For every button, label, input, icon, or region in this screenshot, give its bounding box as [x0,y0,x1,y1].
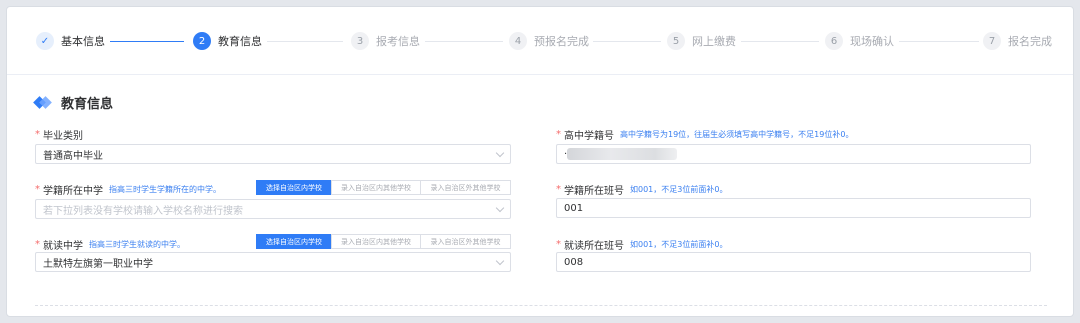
step-basic-info[interactable]: ✓ 基本信息 [36,31,105,51]
cur-class-input[interactable]: 008 [556,252,1031,272]
step-label: 现场确认 [850,35,894,48]
step-label: 教育信息 [218,35,262,48]
step-label: 报名完成 [1008,35,1052,48]
diamond-icon [33,95,53,110]
cur-school-select[interactable]: 土默特左旗第一职业中学 [35,252,511,272]
cur-school-label: * 就读中学 指高三时学生就读的中学。 [35,237,185,252]
step-label: 预报名完成 [534,35,589,48]
label-text: 就读所在班号 [564,241,624,252]
required-mark: * [35,239,40,250]
label-text: 学籍所在班号 [564,186,624,197]
step-number: 6 [825,32,843,50]
divider [35,305,1047,306]
input-value: 001 [564,202,584,214]
step-exam-info: 3 报考信息 [351,31,420,51]
step-prereg-done: 4 预报名完成 [509,31,589,51]
hs-reg-no-label: * 高中学籍号 高中学籍号为19位，往届生必须填写高中学籍号，不足19位补0。 [556,127,853,142]
label-text: 学籍所在中学 [43,186,103,197]
cur-school-mode-toggle: 选择自治区内学校 录入自治区内其他学校 录入自治区外其他学校 [256,234,511,249]
required-mark: * [556,184,561,195]
grad-type-select[interactable]: 普通高中毕业 [35,144,511,164]
option-other-outside[interactable]: 录入自治区外其他学校 [420,180,511,195]
select-value: 普通高中毕业 [43,150,103,162]
step-reg-complete: 7 报名完成 [983,31,1052,51]
hs-reg-no-input[interactable]: · [556,144,1031,164]
label-text: 高中学籍号 [564,131,614,142]
step-number: 2 [193,32,211,50]
step-label: 基本信息 [61,35,105,48]
required-mark: * [556,129,561,140]
cur-class-label: * 就读所在班号 如001，不足3位前面补0。 [556,237,727,252]
redacted-value [567,148,678,160]
step-number: 3 [351,32,369,50]
step-label: 网上缴费 [692,35,736,48]
step-label: 报考信息 [376,35,420,48]
chevron-down-icon [495,256,505,266]
reg-school-select[interactable]: 若下拉列表没有学校请输入学校名称进行搜索 [35,199,511,219]
option-inside-region[interactable]: 选择自治区内学校 [256,180,332,195]
field-hint: 如001，不足3位前面补0。 [630,185,728,194]
step-number: 7 [983,32,1001,50]
step-connector [593,41,661,42]
reg-class-input[interactable]: 001 [556,198,1031,218]
chevron-down-icon [495,203,505,213]
step-connector [267,41,343,42]
field-hint: 指高三时学生学籍所在的中学。 [109,185,221,194]
step-connector [741,41,819,42]
required-mark: * [35,129,40,140]
step-number: 4 [509,32,527,50]
option-inside-region[interactable]: 选择自治区内学校 [256,234,332,249]
step-connector [110,41,184,42]
step-connector [899,41,979,42]
field-hint: 指高三时学生就读的中学。 [89,240,185,249]
step-number: 5 [667,32,685,50]
label-text: 毕业类别 [43,131,83,142]
select-value: 土默特左旗第一职业中学 [43,258,153,270]
reg-class-label: * 学籍所在班号 如001，不足3位前面补0。 [556,182,727,197]
step-onsite-confirm: 6 现场确认 [825,31,894,51]
option-other-inside[interactable]: 录入自治区内其他学校 [331,180,421,195]
check-icon: ✓ [36,32,54,50]
form-card: ✓ 基本信息 2 教育信息 3 报考信息 4 预报名完成 5 网上缴费 6 现场… [6,6,1074,317]
input-value: 008 [564,256,584,268]
select-placeholder: 若下拉列表没有学校请输入学校名称进行搜索 [43,205,243,217]
label-text: 就读中学 [43,241,83,252]
section-title-text: 教育信息 [61,97,114,112]
section-title: 教育信息 [33,93,114,112]
steps-bar: ✓ 基本信息 2 教育信息 3 报考信息 4 预报名完成 5 网上缴费 6 现场… [7,7,1073,75]
option-other-inside[interactable]: 录入自治区内其他学校 [331,234,421,249]
step-education-info[interactable]: 2 教育信息 [193,31,262,51]
chevron-down-icon [495,148,505,158]
field-hint: 如001，不足3位前面补0。 [630,240,728,249]
step-online-payment: 5 网上缴费 [667,31,736,51]
required-mark: * [35,184,40,195]
field-hint: 高中学籍号为19位，往届生必须填写高中学籍号，不足19位补0。 [620,130,854,139]
grad-type-label: * 毕业类别 [35,127,83,142]
reg-school-label: * 学籍所在中学 指高三时学生学籍所在的中学。 [35,182,221,197]
step-connector [425,41,503,42]
option-other-outside[interactable]: 录入自治区外其他学校 [420,234,511,249]
reg-school-mode-toggle: 选择自治区内学校 录入自治区内其他学校 录入自治区外其他学校 [256,180,511,195]
required-mark: * [556,239,561,250]
